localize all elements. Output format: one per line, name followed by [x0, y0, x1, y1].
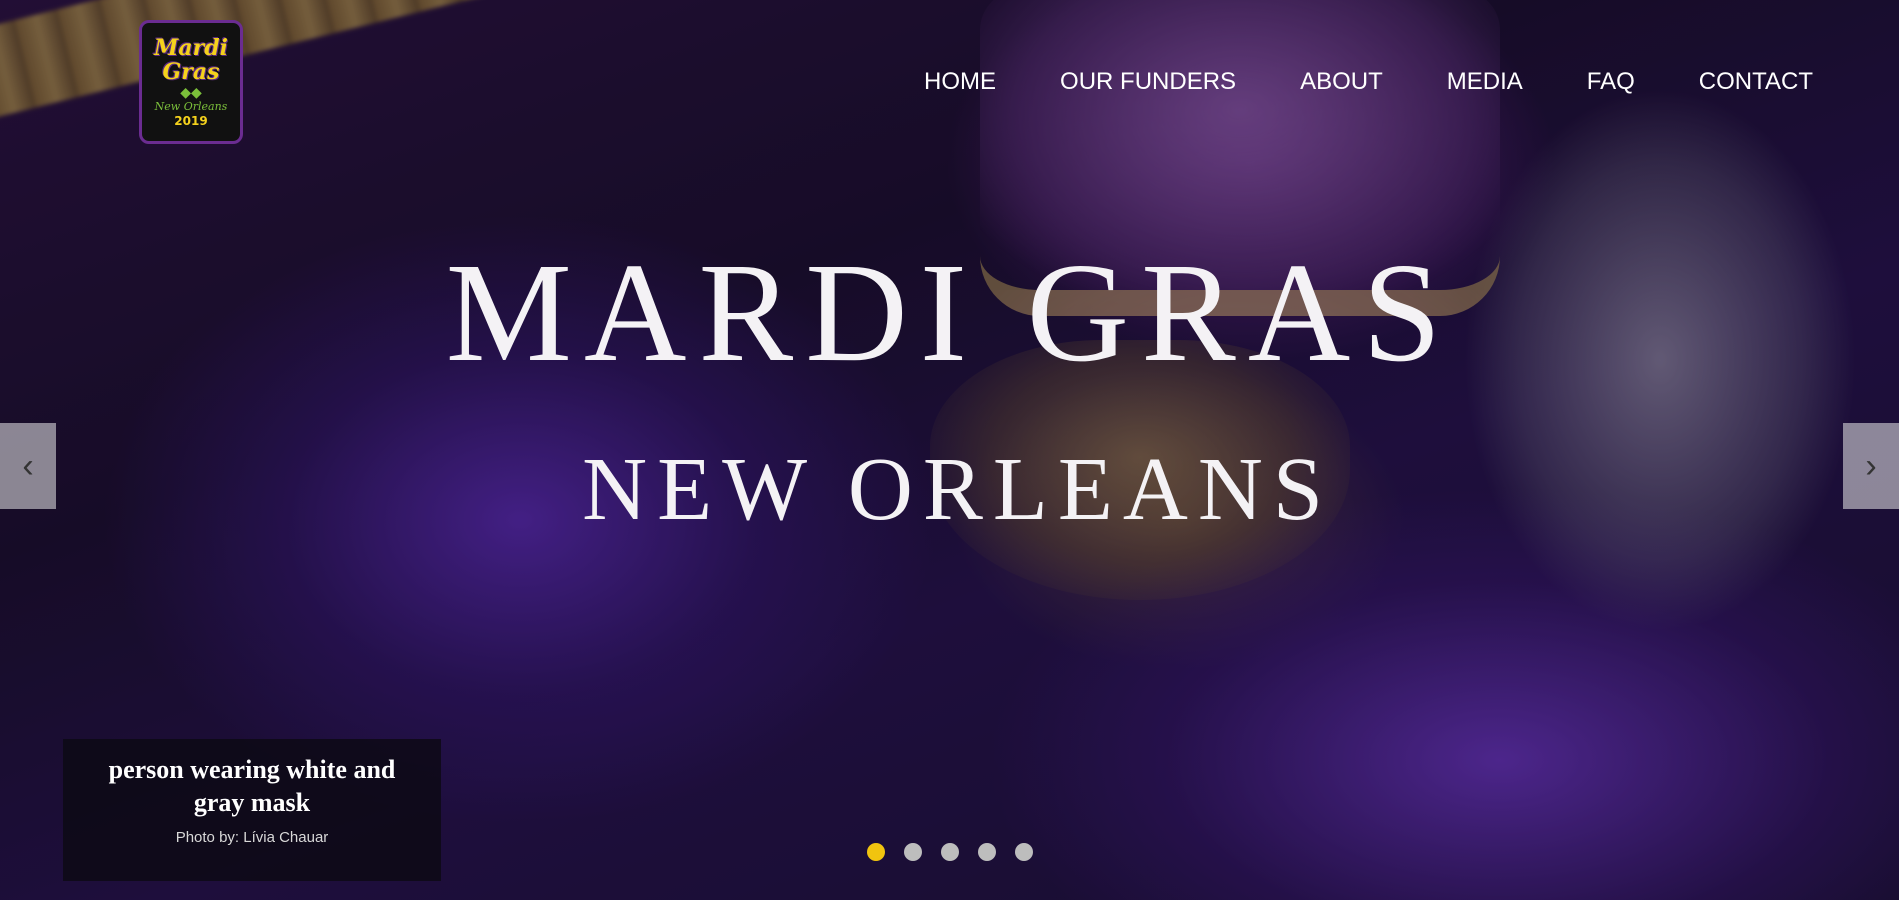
- chevron-left-icon: ‹: [22, 446, 34, 485]
- hero-title: MARDI GRAS: [445, 233, 1454, 391]
- carousel-prev-button[interactable]: ‹: [0, 423, 56, 509]
- nav-item-media[interactable]: MEDIA: [1447, 68, 1523, 96]
- carousel-next-button[interactable]: ›: [1843, 423, 1899, 509]
- slide-caption: person wearing white and gray mask Photo…: [63, 739, 441, 881]
- hero-slider: Mardi Gras ◆◆ New Orleans 2019 HOME OUR …: [0, 0, 1899, 900]
- carousel-dot-5[interactable]: [1015, 843, 1033, 861]
- nav-item-about[interactable]: ABOUT: [1300, 68, 1383, 96]
- caption-title: person wearing white and gray mask: [108, 755, 396, 817]
- carousel-dot-4[interactable]: [978, 843, 996, 861]
- carousel-dot-1[interactable]: [867, 843, 885, 861]
- logo-text-gras: Gras: [162, 59, 220, 85]
- logo-text-new-orleans: New Orleans: [154, 100, 228, 113]
- chevron-right-icon: ›: [1865, 446, 1877, 485]
- nav-item-our-funders[interactable]: OUR FUNDERS: [1060, 68, 1236, 96]
- hero-subtitle: NEW ORLEANS: [582, 440, 1333, 539]
- carousel-indicators: [867, 843, 1033, 861]
- nav-item-contact[interactable]: CONTACT: [1699, 68, 1813, 96]
- caption-photo-credit: Photo by: Lívia Chauar: [175, 829, 329, 846]
- mask-icon: ◆◆: [180, 84, 202, 100]
- site-logo[interactable]: Mardi Gras ◆◆ New Orleans 2019: [139, 20, 243, 144]
- carousel-dot-2[interactable]: [904, 843, 922, 861]
- logo-text-year: 2019: [174, 114, 208, 128]
- main-nav: HOME OUR FUNDERS ABOUT MEDIA FAQ CONTACT: [860, 68, 1813, 96]
- logo-text-mardi: Mardi: [154, 35, 228, 61]
- nav-item-home[interactable]: HOME: [924, 68, 996, 96]
- nav-item-faq[interactable]: FAQ: [1587, 68, 1635, 96]
- carousel-dot-3[interactable]: [941, 843, 959, 861]
